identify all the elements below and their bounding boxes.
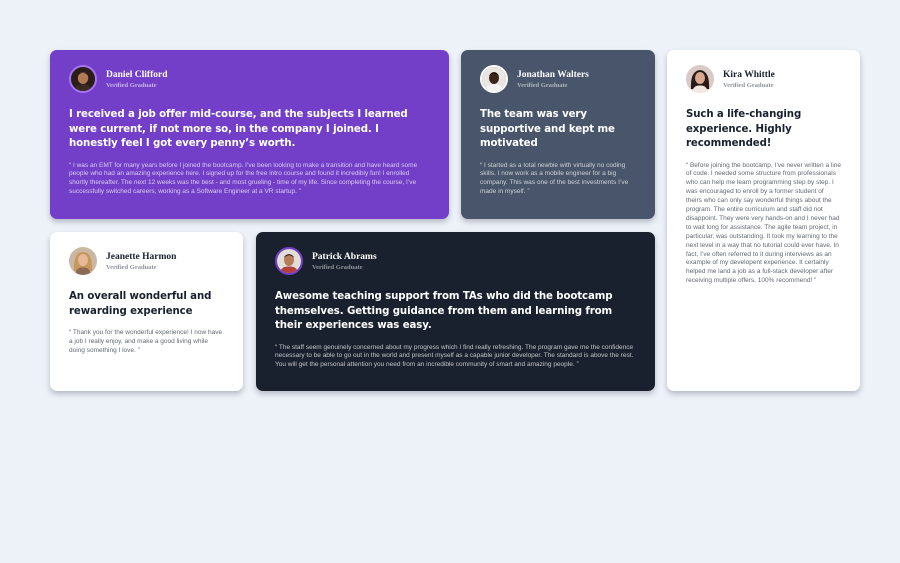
testimonial-author-name: Jonathan Walters bbox=[517, 69, 589, 80]
testimonial-card-patrick: Patrick Abrams Verified Graduate Awesome… bbox=[256, 232, 655, 391]
avatar-patrick-icon bbox=[275, 247, 303, 275]
testimonial-header: Jonathan Walters Verified Graduate bbox=[480, 63, 636, 95]
testimonial-headline: Awesome teaching support from TAs who di… bbox=[275, 291, 613, 331]
testimonial-header: Jeanette Harmon Verified Graduate bbox=[69, 245, 224, 277]
testimonial-quote: “ Thank you for the wonderful experience… bbox=[69, 329, 223, 354]
testimonial-quote: “ Before joining the bootcamp, I’ve neve… bbox=[686, 161, 842, 285]
testimonial-author-name: Jeanette Harmon bbox=[106, 251, 177, 262]
testimonial-header: Patrick Abrams Verified Graduate bbox=[275, 245, 636, 277]
testimonial-author-role: Verified Graduate bbox=[517, 81, 568, 89]
testimonial-headline: Such a life-changing experience. Highly … bbox=[686, 109, 802, 149]
testimonial-quote: “ I started as a total newbie with virtu… bbox=[480, 161, 629, 196]
testimonial-headline: An overall wonderful and rewarding exper… bbox=[69, 291, 212, 317]
testimonial-card-kira: Kira Whittle Verified Graduate Such a li… bbox=[667, 50, 860, 391]
testimonial-card-jeanette: Jeanette Harmon Verified Graduate An ove… bbox=[50, 232, 243, 391]
testimonial-author-role: Verified Graduate bbox=[312, 263, 363, 271]
avatar-daniel-icon bbox=[69, 65, 97, 93]
testimonial-quote: “ The staff seem genuinely concerned abo… bbox=[275, 343, 634, 369]
testimonial-headline: The team was very supportive and kept me… bbox=[480, 109, 615, 149]
testimonial-author-name: Patrick Abrams bbox=[312, 251, 377, 262]
testimonial-header: Daniel Clifford Verified Graduate bbox=[69, 63, 430, 95]
testimonial-author-name: Kira Whittle bbox=[723, 69, 775, 80]
avatar-jonathan-icon bbox=[480, 65, 508, 93]
avatar-jeanette-icon bbox=[69, 247, 97, 275]
testimonial-card-daniel: Daniel Clifford Verified Graduate I rece… bbox=[50, 50, 449, 219]
testimonial-author-role: Verified Graduate bbox=[723, 81, 774, 89]
testimonial-header: Kira Whittle Verified Graduate bbox=[686, 63, 841, 95]
testimonial-card-jonathan: Jonathan Walters Verified Graduate The t… bbox=[461, 50, 655, 219]
testimonial-author-name: Daniel Clifford bbox=[106, 69, 168, 80]
testimonial-author-role: Verified Graduate bbox=[106, 81, 157, 89]
testimonial-author-role: Verified Graduate bbox=[106, 263, 157, 271]
testimonial-headline: I received a job offer mid-course, and t… bbox=[69, 109, 408, 149]
testimonial-quote: “ I was an EMT for many years before I j… bbox=[69, 161, 418, 196]
avatar-kira-icon bbox=[686, 65, 714, 93]
